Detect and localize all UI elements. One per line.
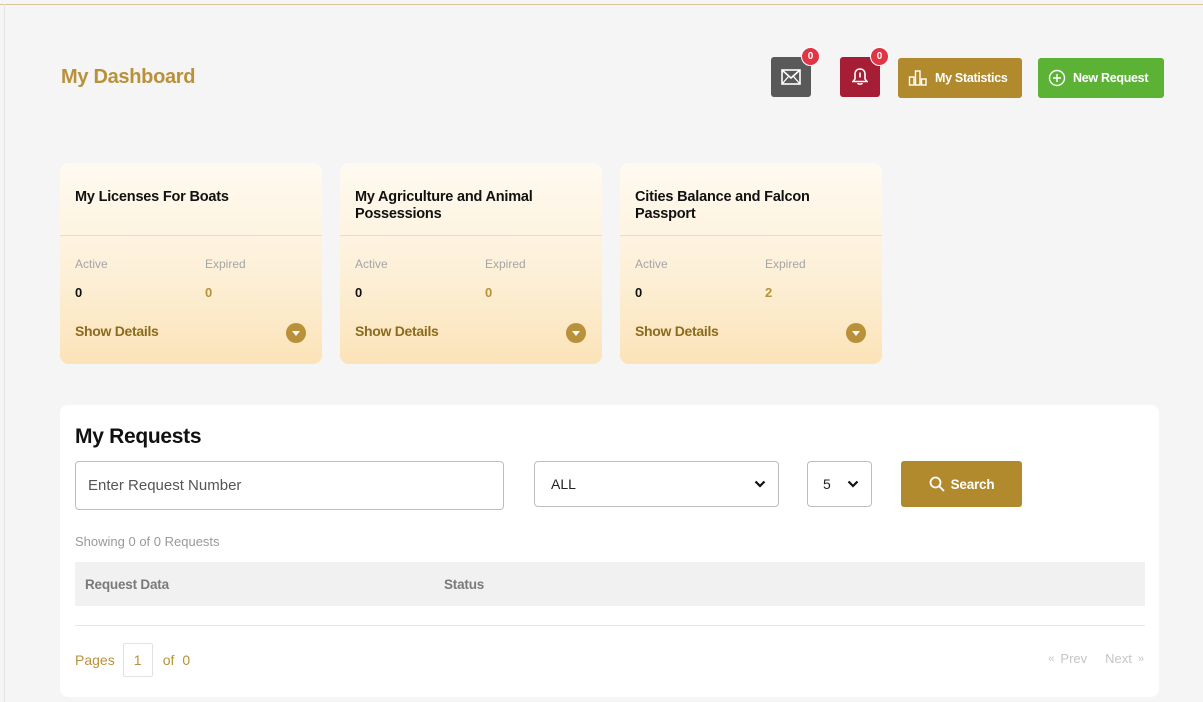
status-filter-value: ALL [551, 476, 576, 492]
new-request-label: New Request [1073, 71, 1149, 85]
show-details-link[interactable]: Show Details [75, 323, 159, 339]
card-title: My Agriculture and Animal Possessions [355, 189, 533, 222]
card-licenses-for-boats: My Licenses For Boats Active Expired 0 0… [60, 163, 322, 364]
expired-label: Expired [765, 257, 806, 271]
chevron-down-icon [754, 480, 766, 488]
column-request-data: Request Data [85, 576, 169, 592]
my-statistics-button[interactable]: My Statistics [898, 58, 1022, 98]
left-border [4, 4, 5, 702]
expired-count: 0 [485, 285, 493, 300]
search-label: Search [950, 476, 995, 492]
double-chevron-left-icon: « [1048, 652, 1055, 665]
prev-page-link[interactable]: « Prev [1048, 651, 1087, 666]
next-page-link[interactable]: Next » [1105, 651, 1144, 666]
expired-count: 2 [765, 285, 773, 300]
bar-chart-icon [908, 70, 927, 86]
active-count: 0 [355, 285, 363, 300]
active-label: Active [355, 257, 388, 271]
current-page-box[interactable]: 1 [122, 643, 153, 677]
page-navigation: « Prev Next » [1048, 651, 1144, 666]
show-details-link[interactable]: Show Details [635, 323, 719, 339]
pagination: Pages 1 of 0 [75, 643, 190, 677]
search-button[interactable]: Search [901, 461, 1022, 507]
active-label: Active [75, 257, 108, 271]
notifications-badge: 0 [870, 47, 889, 66]
chevron-down-icon [847, 480, 859, 488]
prev-label: Prev [1060, 651, 1088, 666]
card-divider [60, 235, 322, 236]
active-count: 0 [75, 285, 83, 300]
active-count: 0 [635, 285, 643, 300]
show-details-link[interactable]: Show Details [355, 323, 439, 339]
page-size-select[interactable]: 5 [807, 461, 872, 507]
page-size-value: 5 [823, 476, 831, 492]
of-label: of [162, 652, 175, 668]
card-agriculture-animal-possessions: My Agriculture and Animal Possessions Ac… [340, 163, 602, 364]
expired-label: Expired [485, 257, 526, 271]
total-pages: 0 [182, 652, 191, 668]
status-filter-select[interactable]: ALL [534, 461, 779, 507]
showing-count: Showing 0 of 0 Requests [75, 534, 220, 549]
active-label: Active [635, 257, 668, 271]
plus-circle-icon [1048, 69, 1066, 87]
expired-label: Expired [205, 257, 246, 271]
my-requests-panel: My Requests ALL 5 Search Showing 0 of 0 … [60, 405, 1159, 697]
envelope-icon [781, 69, 801, 85]
pages-label: Pages [75, 652, 115, 668]
chevron-down-icon[interactable] [286, 323, 306, 343]
search-icon [929, 476, 945, 492]
expired-count: 0 [205, 285, 213, 300]
column-status: Status [444, 576, 485, 592]
double-chevron-right-icon: » [1137, 652, 1144, 665]
panel-title: My Requests [75, 425, 202, 448]
page-title: My Dashboard [61, 66, 196, 88]
new-request-button[interactable]: New Request [1038, 58, 1164, 98]
top-border [0, 4, 1203, 5]
card-divider [340, 235, 602, 236]
mail-badge: 0 [801, 47, 820, 66]
mail-button[interactable]: 0 [771, 47, 820, 97]
card-title: Cities Balance and Falcon Passport [635, 189, 810, 222]
request-number-input[interactable] [75, 461, 504, 510]
card-cities-balance-falcon-passport: Cities Balance and Falcon Passport Activ… [620, 163, 882, 364]
next-label: Next [1105, 651, 1132, 666]
bell-icon [852, 68, 868, 85]
card-title: My Licenses For Boats [75, 189, 229, 205]
table-divider [75, 625, 1145, 626]
chevron-down-icon[interactable] [846, 323, 866, 343]
chevron-down-icon[interactable] [566, 323, 586, 343]
notifications-button[interactable]: 0 [840, 47, 889, 97]
card-divider [620, 235, 882, 236]
table-header: Request Data Status [75, 562, 1145, 606]
my-statistics-label: My Statistics [935, 71, 1008, 85]
